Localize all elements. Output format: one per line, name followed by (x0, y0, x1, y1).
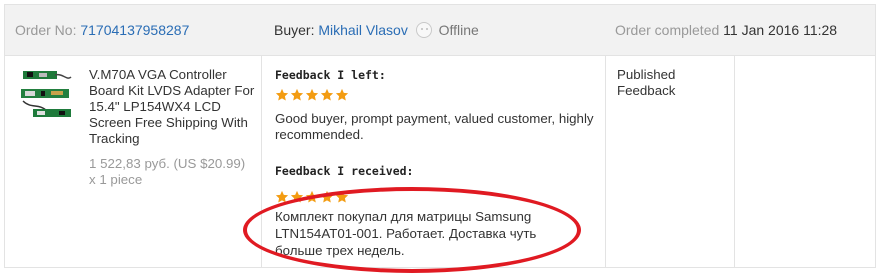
star-icon (335, 190, 349, 203)
feedback-received-stars (275, 190, 349, 206)
order-header: Order No: 71704137958287 Buyer: Mikhail … (5, 5, 875, 56)
star-icon (290, 88, 304, 101)
product-title-link[interactable]: V.M70A VGA Controller Board Kit LVDS Ada… (89, 67, 265, 147)
order-number-field: Order No: 71704137958287 (15, 5, 189, 55)
star-icon (290, 190, 304, 203)
feedback-received-text: Комплект покупал для матрицы Samsung LTN… (275, 209, 537, 258)
star-icon (275, 190, 289, 203)
order-completed-field: Order completed 11 Jan 2016 11:28 (615, 5, 837, 55)
product-thumbnail[interactable] (19, 67, 75, 127)
order-card: Order No: 71704137958287 Buyer: Mikhail … (4, 4, 876, 273)
column-divider (734, 56, 735, 268)
buyer-field: Buyer: Mikhail Vlasov Offline (274, 5, 479, 55)
buyer-status: Offline (438, 22, 479, 38)
feedback-status: Published Feedback (617, 67, 676, 98)
star-icon (275, 88, 289, 101)
feedback-left-section: Feedback I left: Good buyer, prompt paym… (275, 67, 605, 143)
feedback-received-heading: Feedback I received: (275, 164, 414, 178)
feedback-left-text: Good buyer, prompt payment, valued custo… (275, 111, 594, 142)
product-price: 1 522,83 руб. (US $20.99) (89, 156, 246, 171)
star-icon (320, 88, 334, 101)
product-info: V.M70A VGA Controller Board Kit LVDS Ada… (89, 67, 265, 188)
star-icon (305, 190, 319, 203)
star-icon (305, 88, 319, 101)
buyer-name-link[interactable]: Mikhail Vlasov (318, 22, 407, 38)
product-quantity: x 1 piece (89, 172, 143, 187)
star-icon (335, 88, 349, 101)
offline-status-icon (415, 22, 432, 38)
order-completed-date: 11 Jan 2016 11:28 (723, 22, 838, 38)
order-number-link[interactable]: 71704137958287 (80, 22, 189, 38)
star-icon (320, 190, 334, 203)
feedback-left-heading: Feedback I left: (275, 68, 386, 82)
feedback-left-stars (275, 88, 605, 104)
order-completed-label: Order completed (615, 22, 720, 38)
column-divider (605, 56, 606, 268)
order-number-label: Order No: (15, 22, 77, 38)
buyer-label: Buyer: (274, 22, 315, 38)
